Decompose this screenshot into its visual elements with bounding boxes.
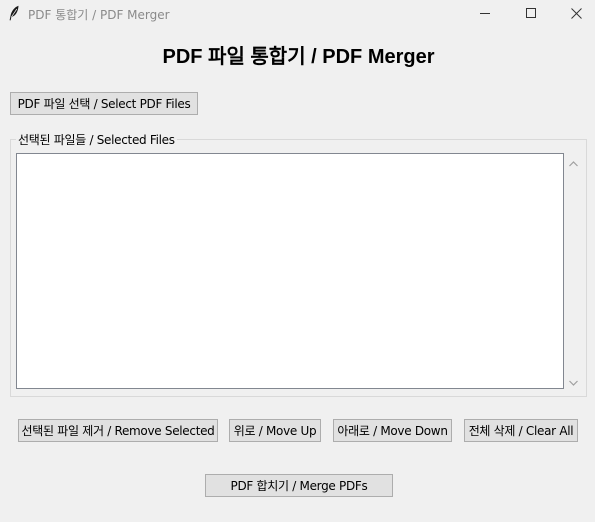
chevron-down-icon [568, 371, 578, 390]
scroll-down-button[interactable] [564, 372, 582, 389]
page-title: PDF 파일 통합기 / PDF Merger [162, 46, 435, 68]
scrollbar-track[interactable] [564, 170, 582, 372]
merge-pdfs-button[interactable]: PDF 합치기 / Merge PDFs [205, 474, 393, 497]
remove-selected-button[interactable]: 선택된 파일 제거 / Remove Selected [18, 419, 218, 442]
clear-all-button[interactable]: 전체 삭제 / Clear All [464, 419, 578, 442]
scroll-up-button[interactable] [564, 153, 582, 170]
file-list-scrollbar[interactable] [564, 153, 582, 389]
selected-files-listbox[interactable] [16, 153, 564, 389]
app-window: PDF 통합기 / PDF Merger PDF 파일 통합기 / PDF Me… [0, 0, 595, 522]
select-pdf-files-button[interactable]: PDF 파일 선택 / Select PDF Files [10, 92, 198, 115]
minimize-button[interactable] [462, 0, 508, 26]
move-up-button[interactable]: 위로 / Move Up [229, 419, 321, 442]
title-bar[interactable]: PDF 통합기 / PDF Merger [0, 0, 595, 26]
minimize-icon [480, 8, 490, 18]
maximize-icon [526, 8, 536, 18]
maximize-button[interactable] [508, 0, 554, 26]
selected-files-label: 선택된 파일들 / Selected Files [16, 131, 177, 148]
close-icon [570, 7, 582, 19]
window-title: PDF 통합기 / PDF Merger [28, 8, 170, 22]
move-down-button[interactable]: 아래로 / Move Down [333, 419, 452, 442]
close-button[interactable] [553, 0, 595, 26]
chevron-up-icon [568, 152, 578, 171]
feather-icon [8, 5, 20, 21]
